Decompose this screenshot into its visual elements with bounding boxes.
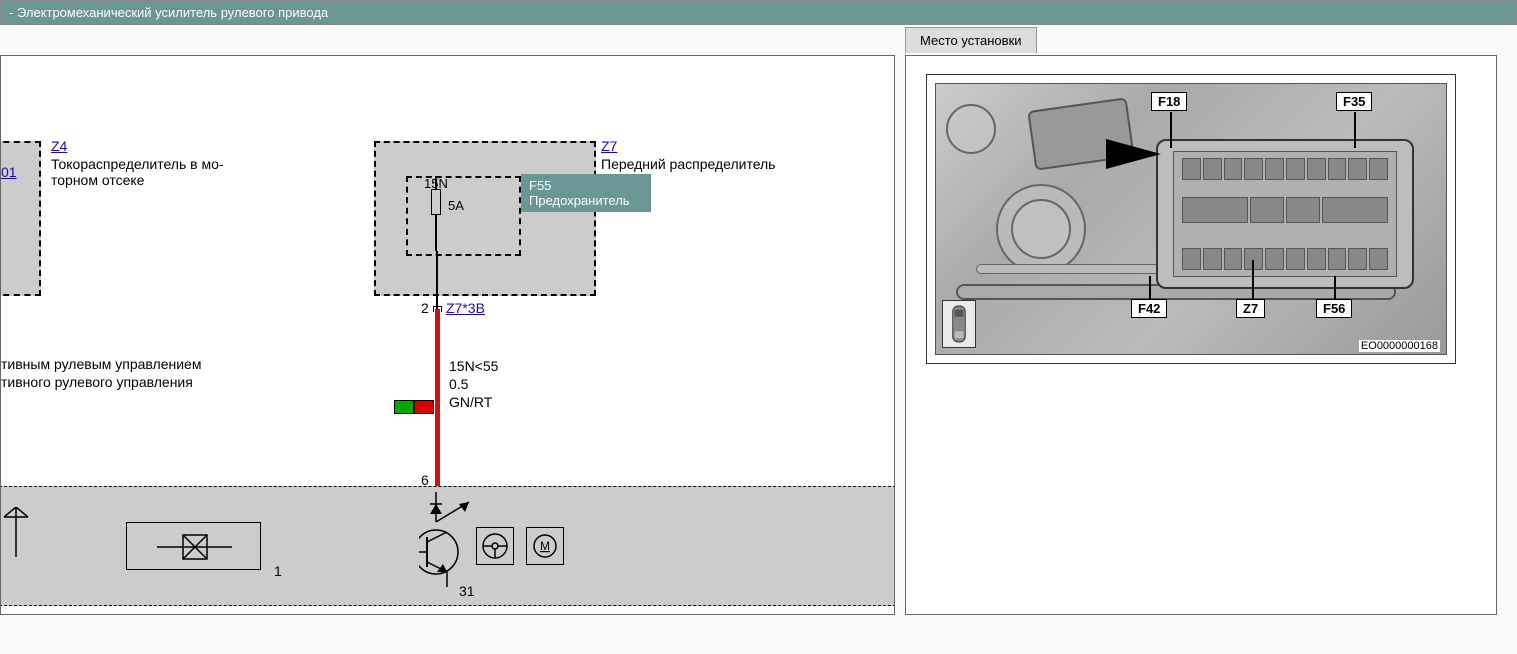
pointer-arrow-icon	[1106, 134, 1166, 174]
symbol-motor-icon: M	[526, 527, 564, 565]
fuse-tooltip: F55 Предохранитель	[521, 174, 651, 212]
link-z7[interactable]: Z7	[601, 138, 617, 154]
wire-label-1: 15N<55	[449, 358, 498, 374]
tooltip-id: F55	[529, 178, 643, 193]
location-tab[interactable]: Место установки	[905, 27, 1037, 53]
z7-desc: Передний распределитель	[601, 156, 775, 172]
symbol-steering-icon	[476, 527, 514, 565]
callout-f56[interactable]: F56	[1316, 299, 1352, 318]
tab-label: Место установки	[920, 33, 1022, 48]
link-z4[interactable]: Z4	[51, 138, 67, 154]
header-title: - Электромеханический усилитель рулевого…	[9, 5, 328, 20]
pin-2-label: 2	[421, 300, 429, 316]
callout-f42[interactable]: F42	[1131, 299, 1167, 318]
car-locator-icon[interactable]	[942, 300, 976, 348]
z4-desc-line1: Токораспределитель в мо-	[51, 156, 224, 172]
bottom-component-bar: 1 31	[0, 486, 895, 606]
callout-f18[interactable]: F18	[1151, 92, 1187, 111]
wire-color-swatch	[394, 400, 434, 414]
tooltip-desc: Предохранитель	[529, 193, 643, 208]
right-area: Место установки	[905, 55, 1517, 653]
bottom-label-31: 31	[459, 583, 475, 599]
page-header: - Электромеханический усилитель рулевого…	[0, 0, 1517, 25]
wire-label-3: GN/RT	[449, 394, 492, 410]
fuse-rating: 5A	[448, 198, 464, 213]
wire-lead	[436, 251, 438, 309]
link-truncated-01[interactable]: 01	[1, 164, 17, 180]
photo-frame: F18 F35 F42 Z7 F56	[926, 74, 1456, 364]
symbol-control-unit-icon	[126, 522, 261, 570]
link-connector[interactable]: Z7*3B	[446, 300, 485, 316]
wire-red	[435, 309, 440, 489]
main-area: Z4 Токораспределитель в мо- торном отсек…	[0, 25, 1517, 653]
engine-bay-photo[interactable]: F18 F35 F42 Z7 F56	[935, 83, 1447, 355]
photo-id-label: EO0000000168	[1359, 340, 1440, 352]
symbol-antenna-icon	[0, 507, 34, 557]
callout-f35[interactable]: F35	[1336, 92, 1372, 111]
callout-z7[interactable]: Z7	[1236, 299, 1265, 318]
location-panel: F18 F35 F42 Z7 F56	[905, 55, 1497, 615]
truncated-text-2: тивного рулевого управления	[1, 374, 193, 390]
fusebox-icon	[1156, 139, 1414, 289]
bottom-label-1: 1	[274, 563, 282, 579]
fuse-symbol-icon	[431, 184, 441, 224]
wire-label-2: 0.5	[449, 376, 468, 392]
truncated-text-1: тивным рулевым управлением	[1, 356, 201, 372]
component-z7-box	[374, 141, 596, 296]
swatch-green	[394, 400, 414, 414]
wiring-diagram-panel[interactable]: Z4 Токораспределитель в мо- торном отсек…	[0, 55, 895, 615]
svg-text:M: M	[540, 539, 550, 553]
z4-desc-line2: торном отсеке	[51, 172, 144, 188]
swatch-red	[414, 400, 434, 414]
